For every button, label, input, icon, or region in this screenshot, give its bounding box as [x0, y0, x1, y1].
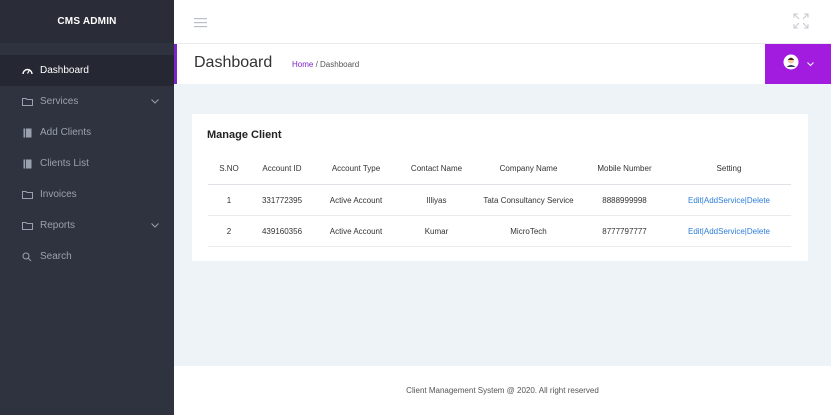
main-content: Manage Client S.NO Account ID Account Ty…	[174, 84, 831, 366]
sidebar-item-invoices[interactable]: Invoices	[0, 179, 174, 210]
folder-icon	[20, 190, 34, 199]
delete-link[interactable]: Delete	[747, 227, 770, 236]
add-service-link[interactable]: AddService	[704, 196, 745, 205]
chevron-down-icon[interactable]	[150, 99, 160, 104]
sidebar-item-label: Reports	[40, 220, 76, 231]
chevron-down-icon[interactable]	[806, 61, 814, 67]
add-service-link[interactable]: AddService	[704, 227, 745, 236]
cell-sno: 2	[208, 215, 250, 247]
cell-account-type: Active Account	[314, 184, 398, 216]
card-title: Manage Client	[207, 129, 282, 141]
sidebar-item-clients-list[interactable]: Clients List	[0, 148, 174, 179]
cell-setting: Edit|AddService|Delete	[667, 184, 791, 216]
cell-mobile-number: 8888999998	[582, 184, 667, 216]
column-header: Mobile Number	[582, 152, 667, 185]
sidebar-item-add-clients[interactable]: Add Clients	[0, 117, 174, 148]
sidebar-item-label: Services	[40, 96, 79, 107]
cell-account-type: Active Account	[314, 215, 398, 247]
table-row: 2 439160356 Active Account Kumar MicroTe…	[208, 215, 791, 247]
sidebar-item-label: Clients List	[40, 158, 89, 169]
delete-link[interactable]: Delete	[747, 196, 770, 205]
sidebar-item-label: Dashboard	[40, 65, 89, 76]
breadcrumb-current: Dashboard	[320, 60, 360, 69]
folder-icon	[20, 97, 34, 106]
folder-icon	[20, 221, 34, 230]
dashboard-icon	[20, 66, 34, 75]
search-icon	[20, 252, 34, 262]
clients-table: S.NO Account ID Account Type Contact Nam…	[208, 152, 791, 247]
cell-account-id: 331772395	[250, 184, 314, 216]
book-icon	[20, 128, 34, 138]
cell-contact-name: Kumar	[398, 215, 475, 247]
manage-client-card: Manage Client S.NO Account ID Account Ty…	[192, 114, 808, 261]
footer-copyright: Client Management System @ 2020. All rig…	[406, 386, 599, 395]
column-header: Contact Name	[398, 152, 475, 185]
avatar	[783, 54, 799, 75]
sidebar-item-label: Invoices	[40, 189, 77, 200]
column-header: Account ID	[250, 152, 314, 185]
cell-company-name: Tata Consultancy Service	[475, 184, 582, 216]
hamburger-menu-icon[interactable]	[194, 15, 207, 33]
table-header-row: S.NO Account ID Account Type Contact Nam…	[208, 152, 791, 185]
breadcrumb: Home / Dashboard	[292, 60, 359, 69]
sidebar: CMS ADMIN Dashboard Services Add Clients…	[0, 0, 174, 415]
user-menu-button[interactable]	[765, 44, 831, 84]
sidebar-item-label: Add Clients	[40, 127, 92, 138]
column-header: S.NO	[208, 152, 250, 185]
breadcrumb-home-link[interactable]: Home	[292, 60, 313, 69]
cell-setting: Edit|AddService|Delete	[667, 215, 791, 247]
cell-sno: 1	[208, 184, 250, 216]
sidebar-item-label: Search	[40, 251, 72, 262]
brand-logo[interactable]: CMS ADMIN	[0, 0, 174, 43]
column-header: Account Type	[314, 152, 398, 185]
sidebar-item-services[interactable]: Services	[0, 86, 174, 117]
breadcrumb-separator: /	[313, 60, 321, 69]
table-row: 1 331772395 Active Account Illiyas Tata …	[208, 184, 791, 216]
edit-link[interactable]: Edit	[688, 227, 702, 236]
cell-mobile-number: 8777797777	[582, 215, 667, 247]
cell-company-name: MicroTech	[475, 215, 582, 247]
column-header: Company Name	[475, 152, 582, 185]
sidebar-item-reports[interactable]: Reports	[0, 210, 174, 241]
page-title: Dashboard	[194, 54, 273, 71]
book-icon	[20, 159, 34, 169]
sidebar-item-search[interactable]: Search	[0, 241, 174, 272]
footer: Client Management System @ 2020. All rig…	[174, 366, 831, 415]
cell-account-id: 439160356	[250, 215, 314, 247]
edit-link[interactable]: Edit	[688, 196, 702, 205]
fullscreen-icon[interactable]	[793, 13, 809, 34]
sidebar-item-dashboard[interactable]: Dashboard	[0, 55, 174, 86]
page-header: Dashboard Home / Dashboard	[174, 44, 831, 84]
cell-contact-name: Illiyas	[398, 184, 475, 216]
chevron-down-icon[interactable]	[150, 223, 160, 228]
top-bar	[174, 0, 831, 44]
column-header: Setting	[667, 152, 791, 185]
